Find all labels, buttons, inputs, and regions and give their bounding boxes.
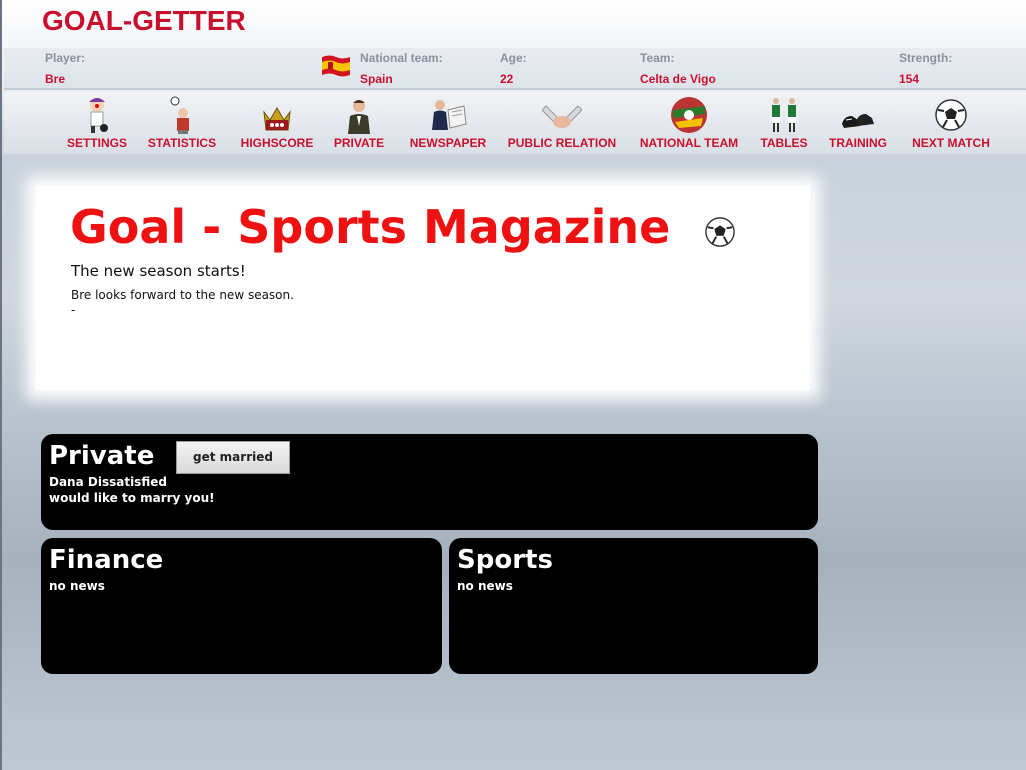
nav-private-label: PRIVATE — [333, 136, 385, 150]
national-team-label: National team: — [360, 51, 443, 65]
nav-highscore[interactable]: HIGHSCORE — [238, 96, 316, 150]
nav-public-relation-label: PUBLIC RELATION — [507, 136, 617, 150]
age-label: Age: — [500, 51, 527, 65]
private-message-line: Dana Dissatisfied — [49, 475, 167, 489]
nav-public-relation[interactable]: PUBLIC RELATION — [502, 96, 622, 150]
soccer-ball-icon — [705, 217, 735, 247]
nav-national-team-label: NATIONAL TEAM — [639, 136, 739, 150]
newspaper-reader-icon — [432, 100, 467, 130]
nav-training[interactable]: TRAINING — [826, 96, 890, 150]
finance-panel-title: Finance — [49, 545, 164, 575]
finance-panel-text: no news — [49, 579, 105, 593]
team-field: Team: Celta de Vigo — [640, 51, 716, 86]
nav-next-match[interactable]: NEXT MATCH — [906, 96, 996, 150]
private-panel: Private get married Dana Dissatisfied wo… — [41, 434, 818, 530]
team-label: Team: — [640, 51, 675, 65]
main-nav: SETTINGS STATISTICS HIGHSCORE PRIVATE NE… — [4, 92, 1026, 154]
nav-newspaper[interactable]: NEWSPAPER — [405, 96, 491, 150]
magazine-line: - — [71, 303, 76, 317]
age-value: 22 — [500, 72, 514, 86]
players-icon — [772, 98, 796, 132]
finance-panel: Finance no news — [41, 538, 442, 674]
magazine-headline: The new season starts! — [71, 262, 246, 280]
sports-panel-text: no news — [457, 579, 513, 593]
nav-tables[interactable]: TABLES — [756, 96, 812, 150]
clown-icon — [89, 98, 108, 133]
national-team-field: National team: Spain — [360, 51, 443, 86]
nav-national-team[interactable]: NATIONAL TEAM — [634, 96, 744, 150]
player-value: Bre — [45, 72, 66, 86]
spain-flag-icon — [322, 55, 350, 77]
app-title: GOAL-GETTER — [42, 5, 246, 36]
man-in-suit-icon — [348, 100, 370, 134]
nav-statistics[interactable]: STATISTICS — [144, 96, 220, 150]
nav-newspaper-label: NEWSPAPER — [409, 136, 487, 150]
magazine-title: Goal - Sports Magazine — [70, 200, 671, 254]
nav-statistics-label: STATISTICS — [147, 136, 217, 150]
magazine-line: Bre looks forward to the new season. — [71, 288, 294, 302]
player-label: Player: — [45, 51, 86, 65]
private-message-line: would like to marry you! — [49, 491, 215, 505]
private-panel-title: Private — [49, 441, 155, 471]
nav-next-match-label: NEXT MATCH — [912, 136, 990, 150]
crown-icon — [263, 107, 291, 131]
handshake-icon — [542, 105, 582, 128]
national-team-value: Spain — [360, 72, 393, 86]
juggler-icon — [170, 96, 189, 134]
sports-magazine: Goal - Sports Magazine The new season st… — [36, 186, 810, 390]
strength-value: 154 — [899, 72, 920, 86]
player-info-bar: Player: Bre National team: Spain Age: 22… — [4, 48, 1026, 90]
team-value: Celta de Vigo — [640, 72, 716, 86]
nav-settings[interactable]: SETTINGS — [64, 96, 130, 150]
nav-training-label: TRAINING — [829, 136, 887, 150]
strength-field: Strength: 154 — [899, 51, 952, 86]
soccer-ball-icon — [935, 99, 967, 131]
nav-settings-label: SETTINGS — [66, 136, 127, 150]
magazine-body: Bre looks forward to the new season. - — [71, 288, 294, 318]
nav-private[interactable]: PRIVATE — [330, 96, 388, 150]
get-married-button[interactable]: get married — [176, 441, 290, 474]
private-panel-text: Dana Dissatisfied would like to marry yo… — [49, 474, 215, 506]
age-field: Age: 22 — [500, 51, 527, 86]
player-field: Player: Bre — [45, 51, 85, 86]
flags-ball-icon — [671, 97, 707, 133]
sports-panel-title: Sports — [457, 545, 553, 575]
strength-label: Strength: — [899, 51, 953, 65]
sports-panel: Sports no news — [449, 538, 818, 674]
nav-highscore-label: HIGHSCORE — [240, 136, 314, 150]
nav-tables-label: TABLES — [760, 136, 808, 150]
boots-icon — [842, 114, 874, 128]
